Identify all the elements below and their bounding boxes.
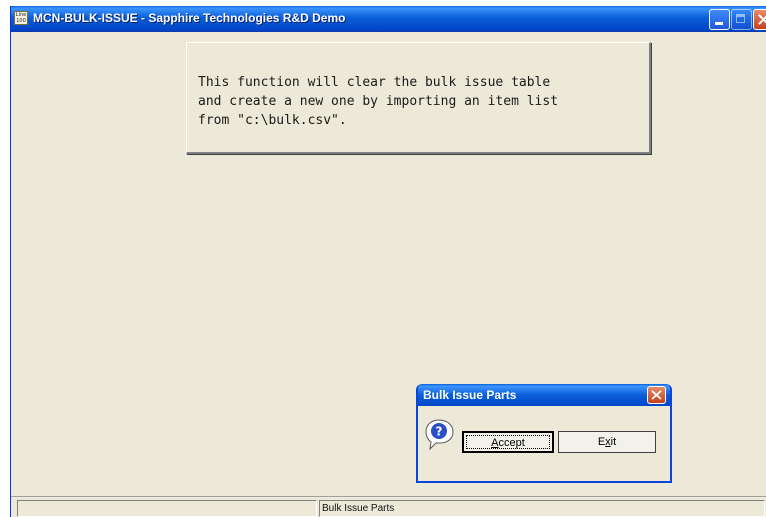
dialog-close-button[interactable] [647, 386, 666, 404]
dialog-title-bar[interactable]: Bulk Issue Parts [418, 384, 670, 406]
main-window: Line 100 MCN-BULK-ISSUE - Sapphire Techn… [10, 6, 766, 517]
accept-button-label: Accept [466, 435, 550, 449]
close-icon [651, 390, 662, 400]
title-bar[interactable]: Line 100 MCN-BULK-ISSUE - Sapphire Techn… [11, 6, 766, 32]
maximize-button[interactable] [731, 9, 752, 30]
accept-button[interactable]: Accept [462, 431, 554, 453]
dialog-title: Bulk Issue Parts [423, 388, 517, 402]
question-icon: ? [425, 419, 454, 450]
info-text: This function will clear the bulk issue … [198, 75, 559, 128]
exit-button[interactable]: Exit [558, 431, 656, 453]
svg-text:?: ? [436, 425, 443, 439]
minimize-button[interactable] [709, 9, 730, 30]
close-button[interactable] [753, 9, 766, 30]
close-icon [758, 14, 766, 25]
status-bar: Bulk Issue Parts [11, 496, 766, 517]
status-panel-right: Bulk Issue Parts [319, 500, 765, 517]
status-panel-left [17, 500, 317, 517]
app-icon: Line 100 [14, 11, 28, 25]
window-title: MCN-BULK-ISSUE - Sapphire Technologies R… [33, 11, 346, 25]
info-panel: This function will clear the bulk issue … [186, 42, 651, 154]
bulk-issue-dialog: Bulk Issue Parts ? Accept Exit [416, 384, 672, 483]
exit-button-label: Exit [597, 436, 617, 448]
